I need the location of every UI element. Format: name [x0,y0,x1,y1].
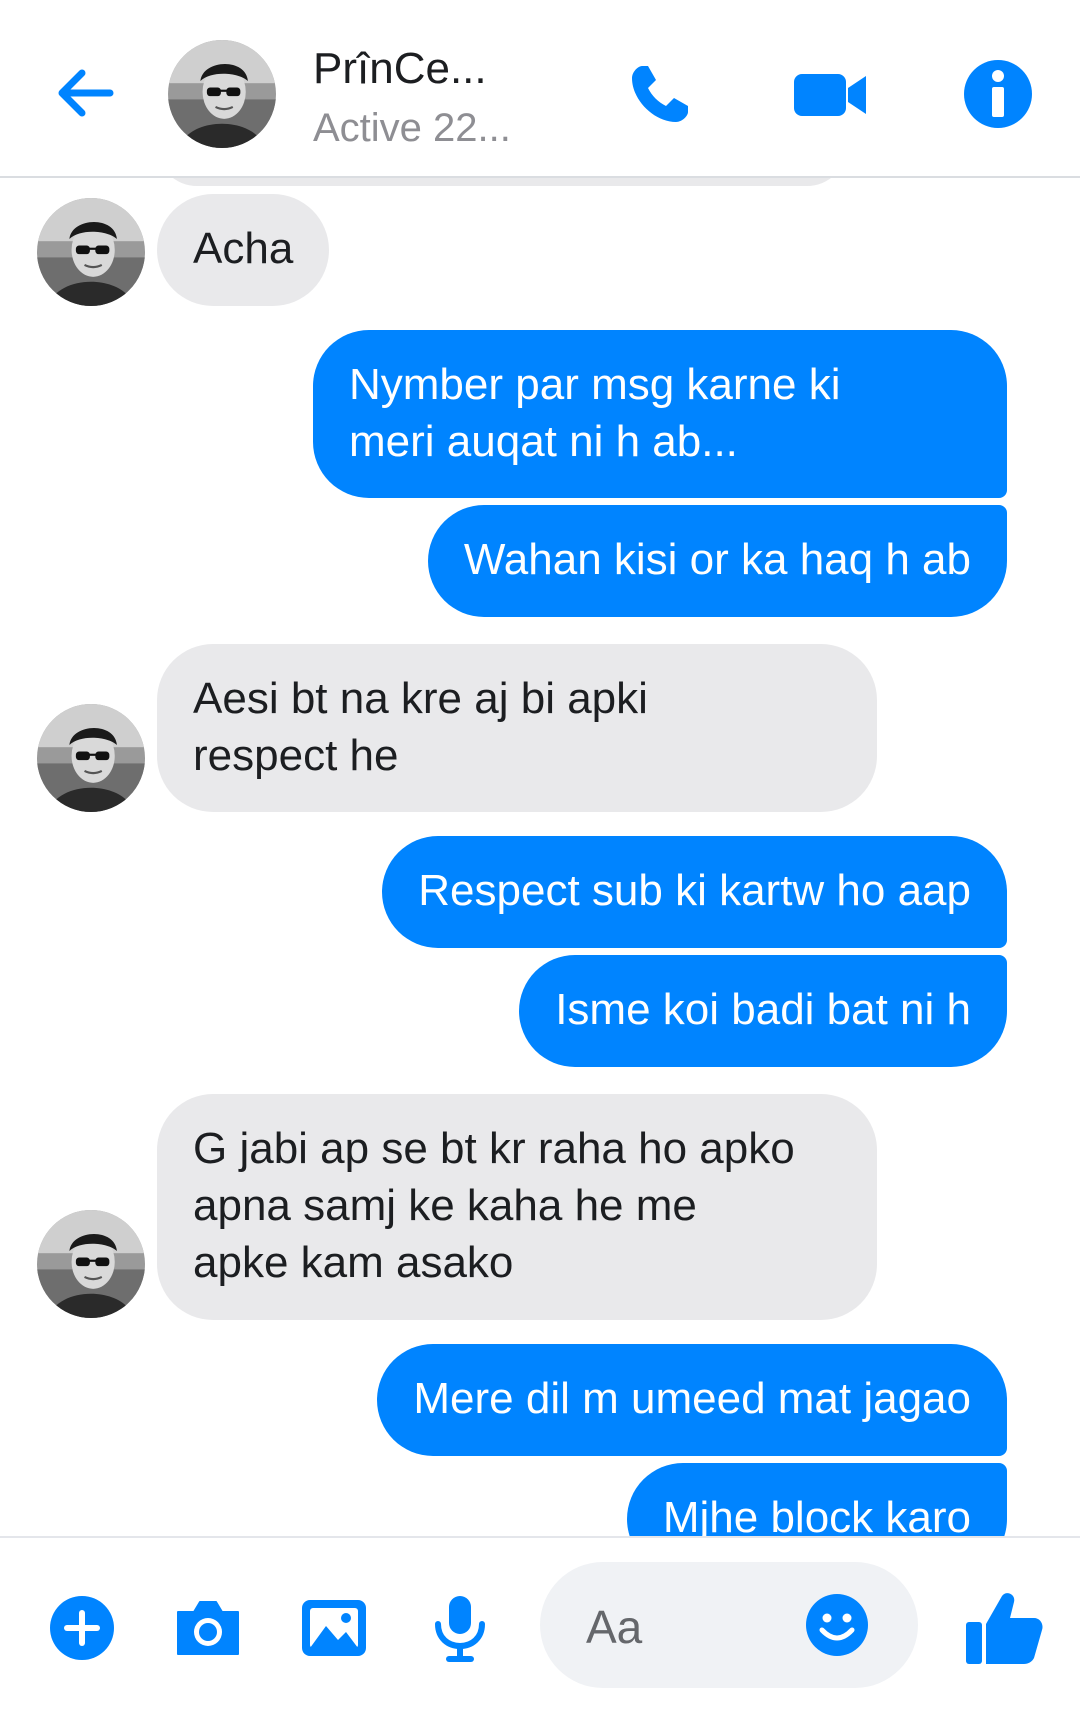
sender-avatar[interactable] [37,704,145,812]
thumbs-up-icon[interactable] [962,1586,1046,1670]
outgoing-message[interactable]: Respect sub ki kartw ho aap [382,836,1007,948]
incoming-message[interactable]: Acha [157,194,330,306]
plus-circle-icon[interactable] [44,1590,120,1666]
outgoing-message[interactable]: Wahan kisi or ka haq h ab [427,505,1007,617]
message-input-placeholder: Aa [586,1601,643,1653]
composer-bar: Aa [0,1536,1080,1712]
message-input[interactable]: Aa [540,1562,918,1688]
camera-icon[interactable] [170,1590,246,1666]
smiley-icon[interactable] [804,1592,870,1658]
outgoing-message[interactable]: Nymber par msg karne ki meri auqat ni h … [313,330,1007,498]
microphone-icon[interactable] [422,1590,498,1666]
image-icon[interactable] [296,1590,372,1666]
contact-avatar[interactable] [168,40,276,148]
incoming-message[interactable]: Aesi bt na kre aj bi apki respect he [157,644,877,812]
phone-icon[interactable] [620,54,700,134]
active-status: Active 22... [313,106,511,150]
info-icon[interactable] [958,54,1038,134]
contact-name[interactable]: PrînCe... [313,44,487,94]
sender-avatar[interactable] [37,198,145,306]
message-thread[interactable]: Acha Nymber par msg karne ki meri auqat … [0,178,1080,1536]
outgoing-message[interactable]: Mjhe block karo [626,1463,1007,1536]
previous-message-bubble [157,178,847,186]
video-camera-icon[interactable] [790,54,870,134]
incoming-message[interactable]: G jabi ap se bt kr raha ho apko apna sam… [157,1094,877,1320]
outgoing-message[interactable]: Isme koi badi bat ni h [519,955,1007,1067]
sender-avatar[interactable] [37,1210,145,1318]
back-arrow-icon[interactable] [50,58,120,128]
outgoing-message[interactable]: Mere dil m umeed mat jagao [377,1344,1007,1456]
conversation-header: PrînCe... Active 22... [0,0,1080,178]
